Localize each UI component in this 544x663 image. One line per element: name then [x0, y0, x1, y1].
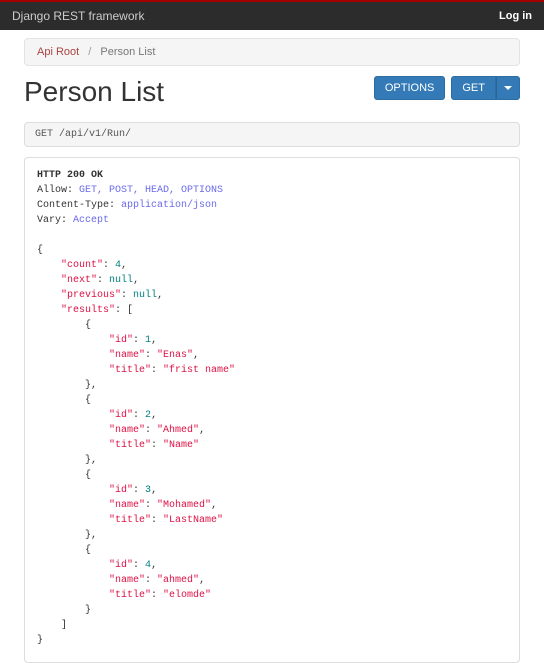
vary-header-key: Vary:: [37, 215, 67, 226]
allow-header-val: GET, POST, HEAD, OPTIONS: [79, 185, 223, 196]
vary-header-val: Accept: [73, 215, 109, 226]
ctype-header-val: application/json: [121, 200, 217, 211]
action-buttons: OPTIONS GET: [374, 76, 520, 100]
allow-header-key: Allow:: [37, 185, 73, 196]
caret-down-icon: [504, 86, 512, 90]
get-button[interactable]: GET: [451, 76, 496, 100]
ctype-header-key: Content-Type:: [37, 200, 115, 211]
response-status: HTTP 200 OK: [37, 170, 103, 181]
breadcrumb-root-link[interactable]: Api Root: [37, 46, 79, 58]
breadcrumb-separator: /: [88, 46, 91, 58]
response-box: HTTP 200 OK Allow: GET, POST, HEAD, OPTI…: [24, 157, 520, 663]
breadcrumb-current: Person List: [100, 46, 155, 58]
topbar: Django REST framework Log in: [0, 0, 544, 30]
options-button[interactable]: OPTIONS: [374, 76, 446, 100]
page-title: Person List: [24, 76, 164, 108]
response-json-body: { "count": 4, "next": null, "previous": …: [37, 245, 235, 646]
get-dropdown-toggle[interactable]: [496, 76, 520, 100]
request-line: GET /api/v1/Run/: [24, 122, 520, 147]
brand-title[interactable]: Django REST framework: [12, 9, 145, 23]
login-link[interactable]: Log in: [499, 10, 532, 22]
breadcrumb: Api Root / Person List: [24, 38, 520, 66]
